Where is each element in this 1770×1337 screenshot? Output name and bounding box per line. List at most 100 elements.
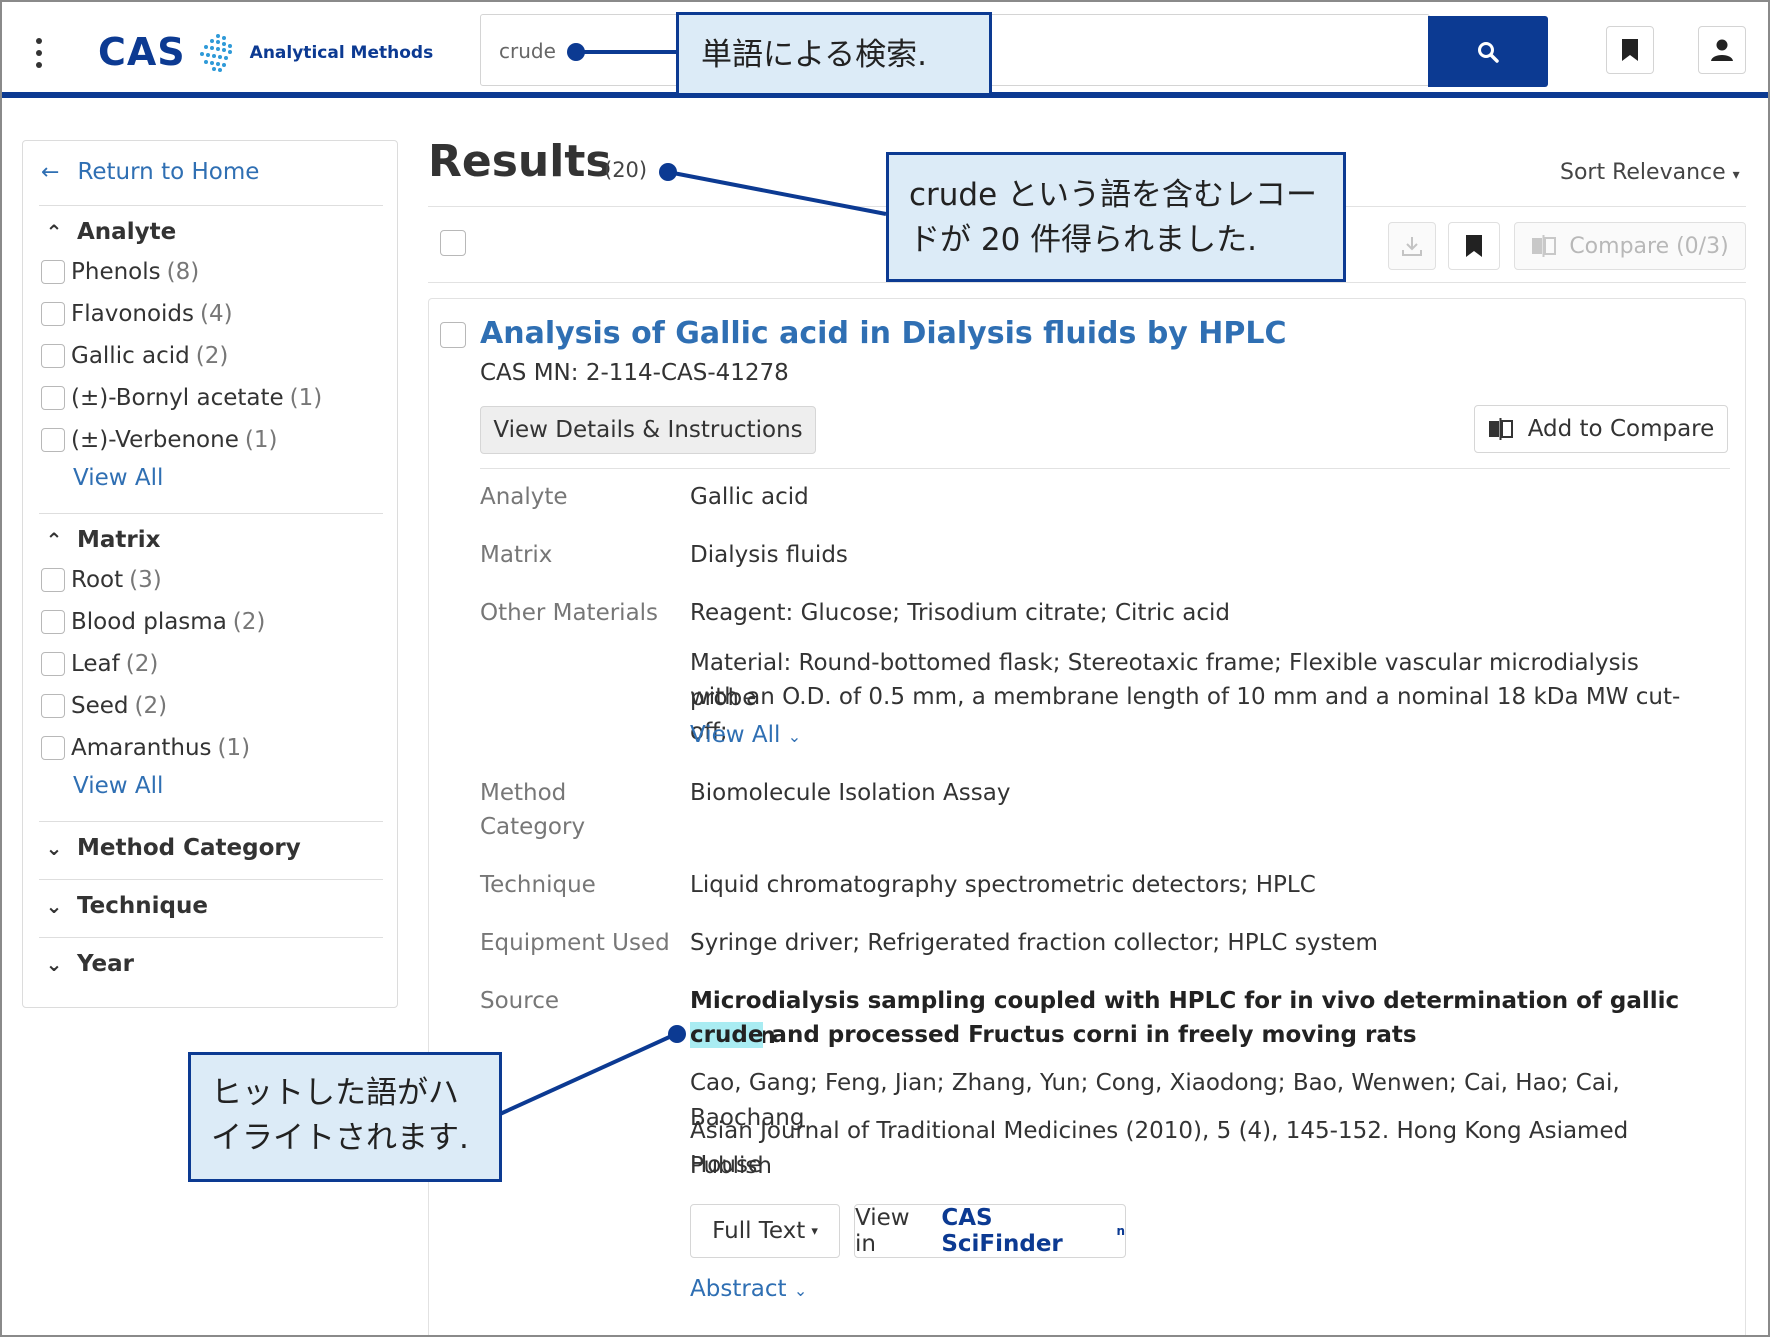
facet-method-category-title: Method Category xyxy=(77,835,301,861)
bookmark-results-button[interactable] xyxy=(1448,222,1500,270)
facet-option-label: Seed xyxy=(71,693,129,719)
facet-option[interactable]: Root (3) xyxy=(41,559,265,601)
cas-logo[interactable]: CAS Analytical Methods xyxy=(98,30,433,74)
facet-option[interactable]: (±)-Verbenone (1) xyxy=(41,419,322,461)
field-label-method-line1: Method xyxy=(480,780,567,806)
facet-option-label: Phenols xyxy=(71,259,161,285)
checkbox[interactable] xyxy=(41,694,65,718)
facet-option-label: Blood plasma xyxy=(71,609,227,635)
sort-label: Sort Relevance xyxy=(1560,160,1726,185)
facet-option-count: (2) xyxy=(125,651,159,677)
checkbox[interactable] xyxy=(41,344,65,368)
field-value-method-category: Biomolecule Isolation Assay xyxy=(690,780,1011,806)
compare-label: Compare (0/3) xyxy=(1569,233,1729,259)
callout-results-line2: ドが 20 件得られました. xyxy=(909,222,1258,258)
add-to-compare-button[interactable]: Add to Compare xyxy=(1474,405,1728,453)
abstract-label: Abstract xyxy=(690,1276,787,1302)
return-home-link[interactable]: ← Return to Home xyxy=(41,159,259,185)
add-to-compare-label: Add to Compare xyxy=(1527,416,1715,442)
facet-analyte-list: Phenols (8) Flavonoids (4) Gallic acid (2) … xyxy=(41,251,322,461)
callout-highlight-line2: イライトされます. xyxy=(211,1120,469,1156)
facet-matrix-toggle[interactable]: ⌃ Matrix xyxy=(41,527,161,553)
saved-bookmarks-button[interactable] xyxy=(1606,26,1654,74)
chevron-down-icon: ⌄ xyxy=(45,894,63,918)
facet-option[interactable]: Amaranthus (1) xyxy=(41,727,265,769)
chevron-down-icon: ⌄ xyxy=(793,1281,808,1300)
facet-option-label: Leaf xyxy=(71,651,120,677)
view-in-scifinder-button[interactable]: View in CAS SciFinder n xyxy=(854,1204,1126,1258)
facet-option[interactable]: Seed (2) xyxy=(41,685,265,727)
checkbox[interactable] xyxy=(41,302,65,326)
compare-button[interactable]: Compare (0/3) xyxy=(1514,222,1746,270)
search-icon xyxy=(1478,41,1499,63)
source-title-line2: crude and processed Fructus corni in fre… xyxy=(690,1018,1710,1053)
abstract-toggle-link[interactable]: Abstract ⌄ xyxy=(690,1272,807,1308)
facet-option[interactable]: (±)-Bornyl acetate (1) xyxy=(41,377,322,419)
facet-technique-title: Technique xyxy=(77,893,208,919)
facet-option[interactable]: Flavonoids (4) xyxy=(41,293,322,335)
facet-option[interactable]: Gallic acid (2) xyxy=(41,335,322,377)
sort-dropdown[interactable]: Sort Relevance ▾ xyxy=(1560,160,1740,185)
matrix-view-all-link[interactable]: View All xyxy=(73,773,163,799)
checkbox[interactable] xyxy=(41,652,65,676)
view-details-button[interactable]: View Details & Instructions xyxy=(480,406,816,454)
field-label-equipment: Equipment Used xyxy=(480,930,670,956)
facet-analyte-title: Analyte xyxy=(77,219,177,245)
facet-option-label: (±)-Bornyl acetate xyxy=(71,385,284,411)
other-materials-view-all-link[interactable]: View All ⌄ xyxy=(690,718,801,754)
facet-technique-toggle[interactable]: ⌄ Technique xyxy=(41,893,208,919)
facet-matrix-list: Root (3) Blood plasma (2) Leaf (2) Seed (2) … xyxy=(41,559,265,769)
chevron-down-icon: ⌄ xyxy=(787,727,802,746)
facet-analyte-toggle[interactable]: ⌃ Analyte xyxy=(41,219,177,245)
divider xyxy=(39,937,383,938)
field-value-equipment: Syringe driver; Refrigerated fraction co… xyxy=(690,930,1378,956)
facet-year-toggle[interactable]: ⌄ Year xyxy=(41,951,134,977)
field-value-analyte: Gallic acid xyxy=(690,484,809,510)
checkbox[interactable] xyxy=(41,736,65,760)
search-button[interactable] xyxy=(1428,16,1548,87)
facet-option[interactable]: Leaf (2) xyxy=(41,643,265,685)
search-hit-highlight: crude xyxy=(690,1022,764,1048)
arrow-left-icon: ← xyxy=(41,159,60,185)
facet-option-count: (1) xyxy=(244,427,278,453)
full-text-label: Full Text xyxy=(712,1218,806,1244)
checkbox[interactable] xyxy=(41,386,65,410)
facet-option-count: (2) xyxy=(232,609,266,635)
facet-option[interactable]: Blood plasma (2) xyxy=(41,601,265,643)
facet-option-count: (8) xyxy=(166,259,200,285)
callout-highlight: ヒットした語がハ イライトされます. xyxy=(188,1052,502,1182)
result-title-link[interactable]: Analysis of Gallic acid in Dialysis flui… xyxy=(480,316,1287,351)
select-all-checkbox[interactable] xyxy=(440,230,466,256)
analyte-view-all-link[interactable]: View All xyxy=(73,465,163,491)
return-home-label: Return to Home xyxy=(77,159,260,185)
checkbox[interactable] xyxy=(41,610,65,634)
divider xyxy=(39,821,383,822)
field-value-material-line2: with an O.D. of 0.5 mm, a membrane lengt… xyxy=(690,684,1681,745)
field-value-reagent: Reagent: Glucose; Trisodium citrate; Cit… xyxy=(690,600,1230,626)
callout-search-text: 単語による検索. xyxy=(701,37,927,73)
facet-method-category-toggle[interactable]: ⌄ Method Category xyxy=(41,835,301,861)
results-leader-dot xyxy=(659,163,677,181)
facet-option[interactable]: Phenols (8) xyxy=(41,251,322,293)
chevron-up-icon: ⌃ xyxy=(45,528,63,552)
compare-icon xyxy=(1532,235,1557,257)
bookmark-icon xyxy=(1622,39,1638,61)
download-button[interactable] xyxy=(1388,222,1436,270)
facet-option-label: (±)-Verbenone xyxy=(71,427,239,453)
source-title-line2-rest: and processed Fructus corni in freely mo… xyxy=(763,1022,1417,1048)
checkbox[interactable] xyxy=(41,260,65,284)
results-heading: Results xyxy=(428,136,612,187)
divider xyxy=(39,205,383,206)
field-label-analyte: Analyte xyxy=(480,484,568,510)
kebab-menu-icon[interactable] xyxy=(32,38,46,68)
results-leader-line xyxy=(667,170,887,216)
chevron-up-icon: ⌃ xyxy=(45,220,63,244)
chevron-down-icon: ⌄ xyxy=(45,952,63,976)
full-text-button[interactable]: Full Text ▾ xyxy=(690,1204,840,1258)
result-select-checkbox[interactable] xyxy=(440,322,466,348)
checkbox[interactable] xyxy=(41,568,65,592)
checkbox[interactable] xyxy=(41,428,65,452)
user-account-button[interactable] xyxy=(1698,26,1746,74)
scifinder-label: CAS SciFinder xyxy=(941,1205,1063,1257)
caret-down-icon: ▾ xyxy=(1732,167,1740,183)
